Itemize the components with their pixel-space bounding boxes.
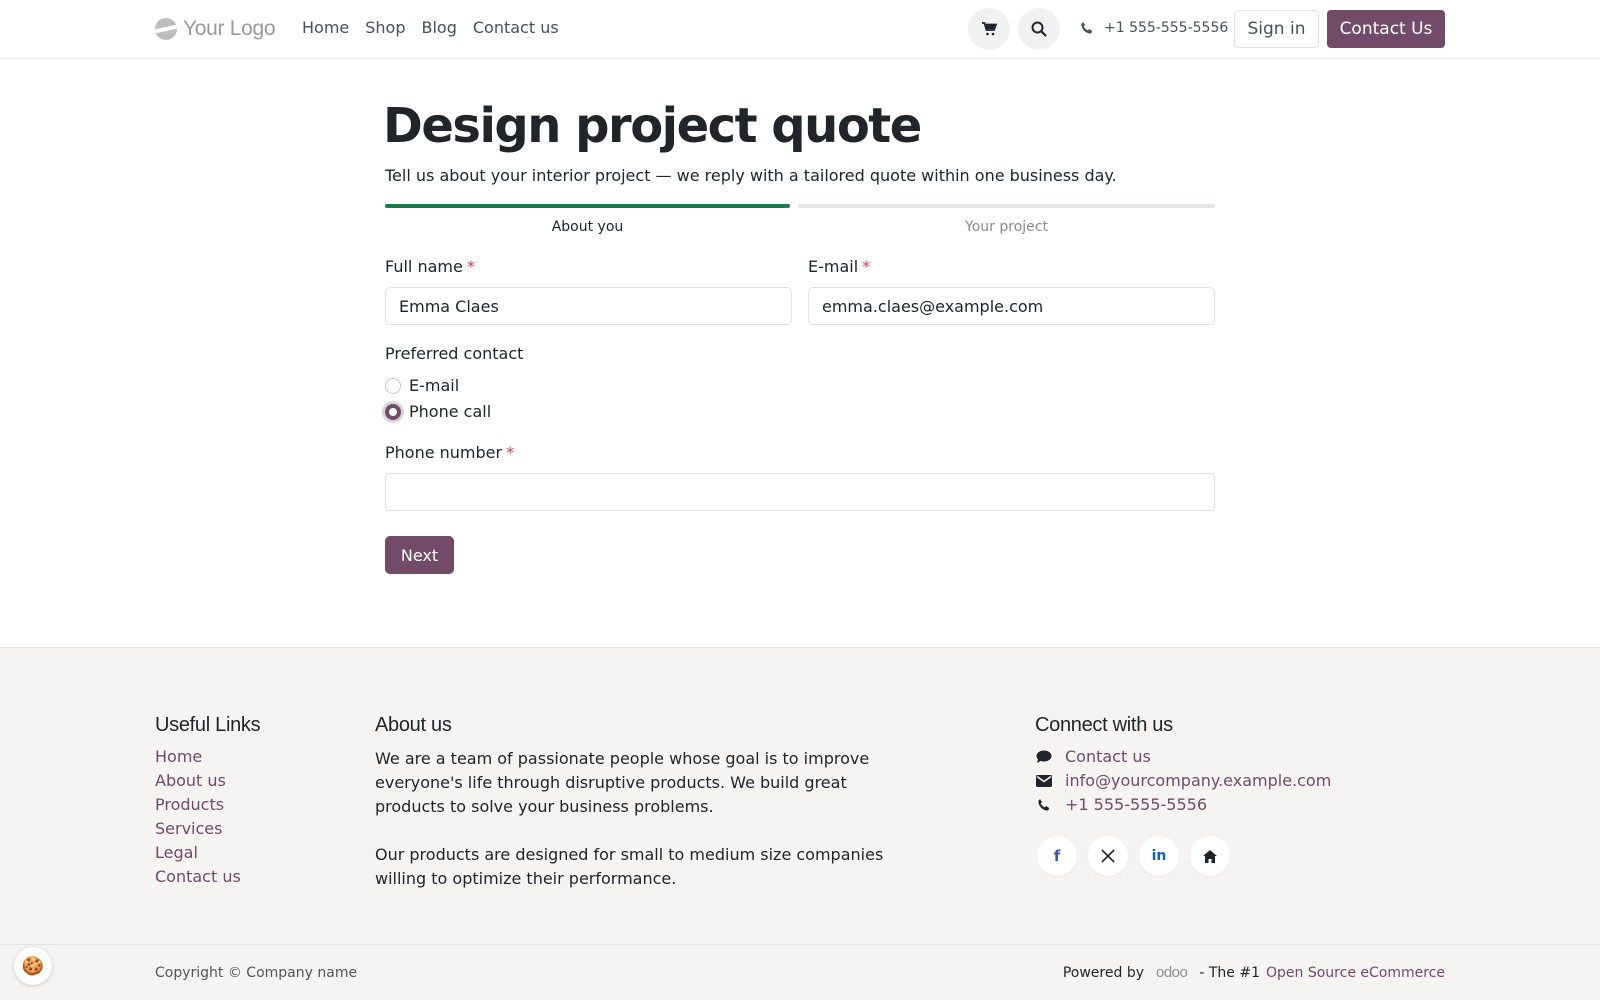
footer-phone-link[interactable]: +1 555-555-5556: [1035, 795, 1331, 814]
nav-shop[interactable]: Shop: [365, 18, 405, 37]
footer-phone-label: +1 555-555-5556: [1065, 795, 1208, 814]
required-mark: *: [466, 257, 475, 276]
site-logo[interactable]: Your Logo: [155, 15, 276, 43]
phone-icon: [1081, 22, 1093, 34]
phone-number-label: Phone number *: [385, 443, 514, 462]
step-label-your-project[interactable]: Your project: [798, 219, 1215, 235]
x-twitter-icon[interactable]: [1088, 836, 1128, 876]
connect-heading: Connect with us: [1035, 714, 1173, 736]
radio-email-label: E-mail: [409, 376, 460, 395]
footer-link-products[interactable]: Products: [155, 795, 241, 814]
radio-option-email[interactable]: E-mail: [385, 376, 459, 395]
phone-number-label-text: Phone number: [385, 443, 503, 462]
footer-link-contact-us[interactable]: Contact us: [155, 867, 241, 886]
home-icon[interactable]: [1190, 836, 1230, 876]
step-label-about-you[interactable]: About you: [385, 219, 790, 235]
full-name-label-text: Full name: [385, 257, 463, 276]
sign-in-button[interactable]: Sign in: [1234, 10, 1319, 48]
search-icon: [1031, 21, 1047, 37]
copyright: Copyright © Company name: [155, 965, 358, 981]
about-paragraph-2: Our products are designed for small to m…: [375, 845, 884, 888]
radio-phone-call-label: Phone call: [409, 402, 492, 421]
main-nav: Home Shop Blog Contact us: [302, 18, 559, 37]
nav-blog[interactable]: Blog: [422, 18, 457, 37]
social-links: f in: [1037, 836, 1230, 876]
nav-contact-us[interactable]: Contact us: [473, 18, 559, 37]
site-footer: Useful Links Home About us Products Serv…: [0, 647, 1600, 944]
cart-button[interactable]: [968, 8, 1010, 50]
footer-bottom-bar: Copyright © Company name Powered by odoo…: [0, 944, 1600, 1000]
footer-link-services[interactable]: Services: [155, 819, 241, 838]
footer-contact-link[interactable]: Contact us: [1035, 747, 1331, 766]
step-progress-about-you: [385, 204, 790, 208]
phone-number-input[interactable]: [385, 473, 1215, 511]
header-phone-number: +1 555-555-5556: [1104, 20, 1229, 36]
full-name-label: Full name *: [385, 257, 475, 276]
email-label-text: E-mail: [808, 257, 859, 276]
powered-by-label: Powered by: [1062, 964, 1144, 981]
step-progress-your-project: [798, 204, 1215, 208]
footer-email-label: info@yourcompany.example.com: [1065, 771, 1332, 790]
phone-icon: [1035, 798, 1053, 812]
radio-phone-call[interactable]: [385, 403, 401, 420]
next-button[interactable]: Next: [385, 536, 454, 574]
comment-icon: [1035, 750, 1053, 764]
footer-contact-label: Contact us: [1065, 747, 1151, 766]
radio-email[interactable]: [385, 377, 401, 394]
footer-link-about-us[interactable]: About us: [155, 771, 241, 790]
linkedin-icon[interactable]: in: [1139, 836, 1179, 876]
email-label: E-mail *: [808, 257, 870, 276]
facebook-icon[interactable]: f: [1037, 836, 1077, 876]
envelope-icon: [1035, 774, 1053, 787]
full-name-input[interactable]: [385, 287, 792, 325]
page-title: Design project quote: [383, 98, 922, 154]
useful-links-list: Home About us Products Services Legal Co…: [155, 747, 241, 886]
connect-list: Contact us info@yourcompany.example.com …: [1035, 747, 1331, 814]
email-input[interactable]: [808, 287, 1215, 325]
footer-link-legal[interactable]: Legal: [155, 843, 241, 862]
about-us-text: We are a team of passionate people whose…: [375, 747, 900, 891]
cookie-icon[interactable]: 🍪: [14, 947, 52, 985]
search-button[interactable]: [1018, 8, 1060, 50]
contact-us-button[interactable]: Contact Us: [1327, 10, 1445, 48]
footer-link-home[interactable]: Home: [155, 747, 241, 766]
tagline-prefix: - The #1: [1199, 964, 1261, 981]
site-header: Your Logo Home Shop Blog Contact us +1 5…: [0, 0, 1600, 59]
logo-text: Your Logo: [183, 17, 276, 40]
required-mark: *: [862, 257, 871, 276]
header-phone[interactable]: +1 555-555-5556: [1080, 20, 1228, 36]
preferred-contact-label: Preferred contact: [385, 344, 524, 363]
logo-icon: [155, 18, 177, 40]
useful-links-heading: Useful Links: [155, 714, 261, 736]
page-subtitle: Tell us about your interior project — we…: [385, 166, 1117, 185]
footer-email-link[interactable]: info@yourcompany.example.com: [1035, 771, 1331, 790]
odoo-logo[interactable]: odoo: [1156, 964, 1188, 981]
about-paragraph-1: We are a team of passionate people whose…: [375, 749, 870, 816]
radio-option-phone-call[interactable]: Phone call: [385, 402, 491, 421]
about-us-heading: About us: [375, 714, 452, 736]
powered-by: Powered by odoo - The #1 Open Source eCo…: [1063, 964, 1445, 981]
tagline-link[interactable]: Open Source eCommerce: [1266, 965, 1445, 981]
nav-home[interactable]: Home: [302, 18, 349, 37]
required-mark: *: [506, 443, 515, 462]
cart-icon: [981, 22, 997, 36]
